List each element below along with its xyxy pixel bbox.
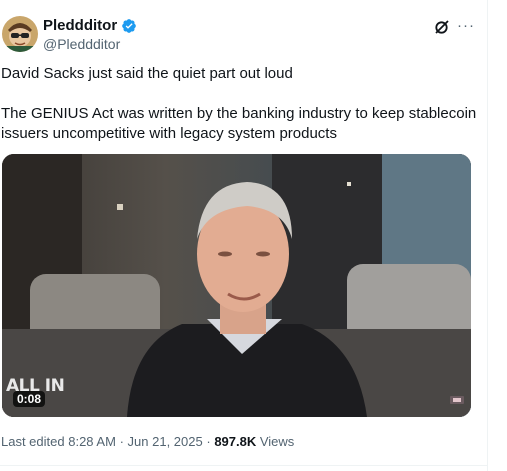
tweet-text-line1: David Sacks just said the quiet part out… — [1, 65, 293, 82]
author-name-row: Pleddditor — [43, 17, 137, 35]
grok-icon[interactable] — [432, 17, 452, 37]
video-frame — [2, 154, 471, 417]
tweet-metadata: Last edited 8:28 AM · Jun 21, 2025 · 897… — [1, 434, 294, 450]
section-divider — [0, 465, 487, 466]
video-player[interactable] — [2, 154, 471, 417]
views-count: 897.8K — [214, 434, 257, 449]
tweet-time[interactable]: 8:28 AM — [68, 434, 116, 449]
meta-separator: · — [119, 434, 124, 449]
video-duration-badge: 0:08 — [13, 391, 46, 407]
more-options-icon[interactable]: ··· — [457, 17, 475, 37]
verified-badge-icon[interactable] — [121, 18, 137, 34]
edited-label[interactable]: Last edited — [1, 434, 65, 449]
tweet-text: David Sacks just said the quiet part out… — [1, 64, 481, 144]
views-label: Views — [259, 434, 295, 449]
column-divider — [487, 0, 488, 471]
video-corner-logo-icon — [450, 393, 464, 407]
meta-separator: · — [206, 434, 211, 449]
author-display-name[interactable]: Pleddditor — [43, 17, 117, 35]
tweet-date[interactable]: Jun 21, 2025 — [128, 434, 203, 449]
tweet-text-line2: The GENIUS Act was written by the bankin… — [1, 105, 477, 142]
author-avatar[interactable] — [2, 16, 38, 52]
author-handle[interactable]: @Pleddditor — [43, 35, 120, 53]
